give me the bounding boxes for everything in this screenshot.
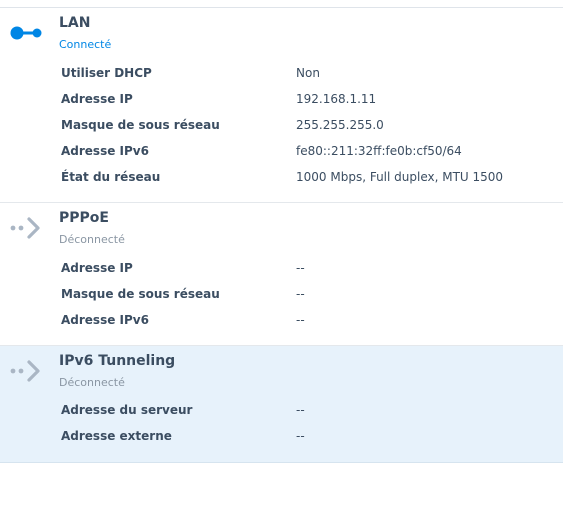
property-label-ip: Adresse IP [61,261,133,275]
connected-link-icon [10,26,42,40]
connection-status: Déconnecté [59,376,125,389]
network-interface-list: LAN Connecté Utiliser DHCP Non Adresse I… [0,0,563,517]
property-value-ip: 192.168.1.11 [296,92,377,106]
property-value-external-address: -- [296,429,305,443]
disconnected-arrow-icon [10,217,40,239]
property-value-subnet: -- [296,287,305,301]
property-value-network-state: 1000 Mbps, Full duplex, MTU 1500 [296,170,504,184]
property-value-subnet: 255.255.255.0 [296,118,384,132]
property-value-dhcp: Non [296,66,320,80]
interface-name: IPv6 Tunneling [59,353,176,369]
property-label-ipv6: Adresse IPv6 [61,144,149,158]
disconnected-arrow-icon [10,360,40,382]
property-value-ipv6: -- [296,313,305,327]
interface-ipv6-tunneling[interactable]: IPv6 Tunneling Déconnecté Adresse du ser… [0,346,563,463]
property-label-subnet: Masque de sous réseau [61,287,220,301]
property-label-ip: Adresse IP [61,92,133,106]
interface-pppoe[interactable]: PPPoE Déconnecté Adresse IP -- Masque de… [0,203,563,346]
interface-name: LAN [59,15,91,31]
property-label-server-address: Adresse du serveur [61,403,193,417]
property-label-network-state: État du réseau [61,170,161,184]
property-label-dhcp: Utiliser DHCP [61,66,152,80]
connection-status: Connecté [59,38,112,51]
property-label-external-address: Adresse externe [61,429,172,443]
property-value-server-address: -- [296,403,305,417]
property-value-ipv6: fe80::211:32ff:fe0b:cf50/64 [296,144,462,158]
property-label-ipv6: Adresse IPv6 [61,313,149,327]
connection-status: Déconnecté [59,233,125,246]
interface-lan[interactable]: LAN Connecté Utiliser DHCP Non Adresse I… [0,8,563,203]
interface-name: PPPoE [59,210,109,226]
property-label-subnet: Masque de sous réseau [61,118,220,132]
property-value-ip: -- [296,261,305,275]
